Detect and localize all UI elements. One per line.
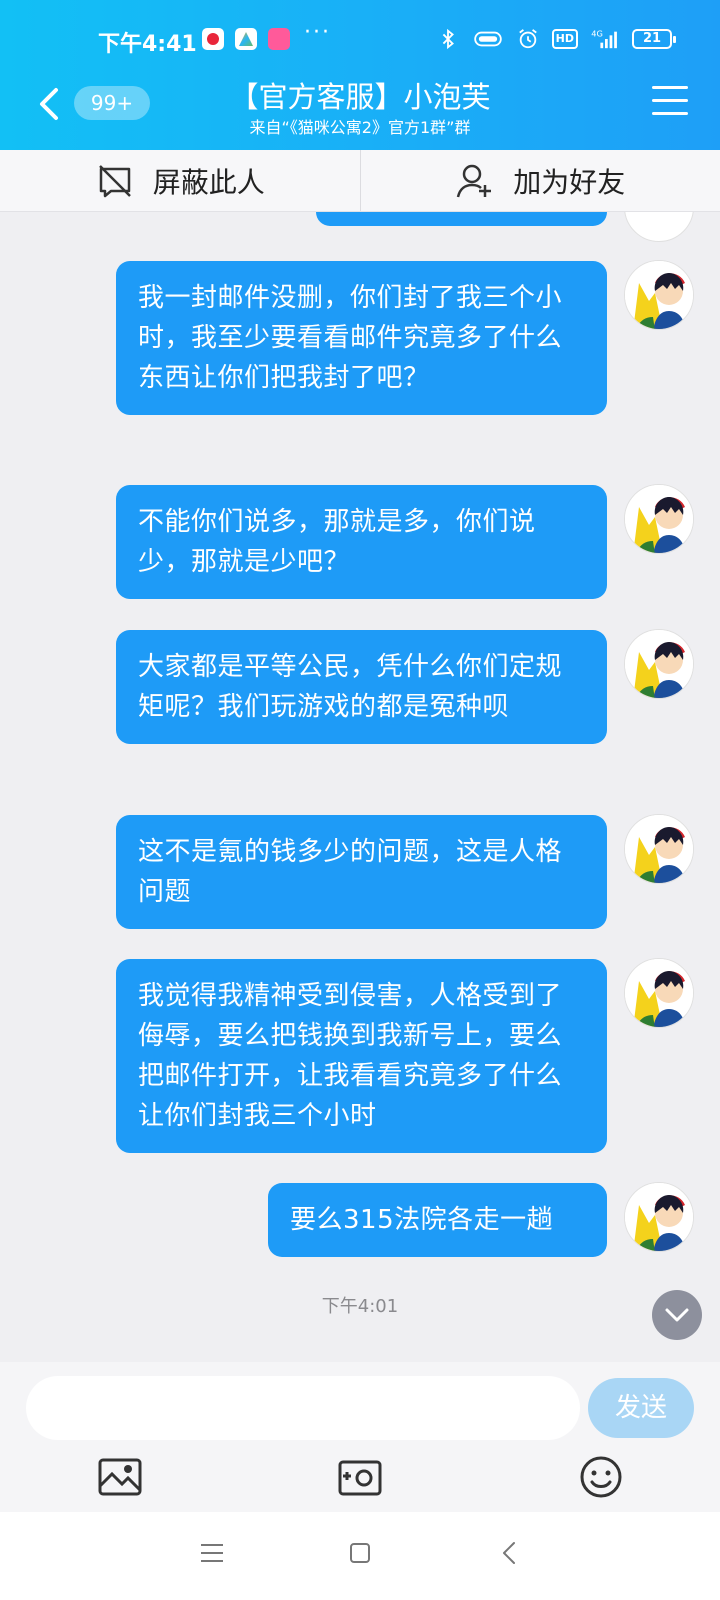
avatar-image [625,815,693,883]
menu-icon[interactable] [652,86,688,118]
message-bubble[interactable]: 我觉得我精神受到侵害，人格受到了侮辱，要么把钱换到我新号上，要么把邮件打开，让我… [116,959,607,1153]
message-bubble[interactable]: 要么315法院各走一趟 [268,1183,607,1257]
recents-menu-icon[interactable] [197,1538,227,1568]
avatar[interactable] [624,814,694,884]
chat-subtitle: 来自“《猫咪公寓2》官方1群”群 [249,118,471,137]
message-bubble-previous[interactable] [316,212,607,226]
avatar-image [625,630,693,698]
block-user-label: 屏蔽此人 [152,165,265,199]
avatar[interactable] [624,212,694,242]
emoji-icon[interactable] [578,1454,624,1500]
send-button[interactable]: 发送 [588,1378,694,1438]
more-notifications-icon: ··· [304,20,331,45]
block-icon [98,164,131,197]
status-icons: HD 4G 21 [436,28,676,50]
add-friend-button[interactable]: 加为好友 [359,150,720,211]
action-bar: 屏蔽此人 加为好友 [0,150,720,212]
add-friend-icon [457,164,492,197]
avatar-image [625,1183,693,1251]
scroll-to-bottom-button[interactable] [652,1290,702,1340]
message-bubble[interactable]: 我一封邮件没删，你们封了我三个小时，我至少要看看邮件究竟多了什么东西让你们把我封… [116,261,607,415]
camera-icon[interactable] [337,1454,383,1500]
hd-icon: HD [551,29,578,49]
avatar[interactable] [624,958,694,1028]
avatar[interactable] [624,484,694,554]
add-friend-label: 加为好友 [513,165,626,199]
message-timestamp: 下午4:01 [321,1296,399,1317]
input-bar: 发送 [0,1362,720,1512]
bluetooth-icon [442,28,454,50]
battery-icon: 21 [632,29,676,49]
vpn-icon [473,31,502,47]
chat-header: 下午4:41 ··· HD 4G 21 99+ 【官方客服】小泡芙 来自“《猫咪… [0,0,720,150]
chat-title: 【官方客服】小泡芙 [229,80,491,114]
message-input[interactable] [26,1376,580,1440]
avatar-image [625,959,693,1027]
browser-app-icon [235,28,257,50]
bilibili-app-icon [268,28,290,50]
block-user-button[interactable]: 屏蔽此人 [0,150,360,211]
message-list[interactable]: 我一封邮件没删，你们封了我三个小时，我至少要看看邮件究竟多了什么东西让你们把我封… [0,212,720,1362]
message-bubble[interactable]: 不能你们说多，那就是多，你们说少，那就是少吧？ [116,485,607,599]
home-icon[interactable] [345,1538,375,1568]
system-nav-bar [0,1512,720,1600]
alarm-icon [518,29,537,49]
avatar[interactable] [624,260,694,330]
chevron-down-icon [665,1308,689,1322]
signal-icon: 4G [591,28,617,49]
image-icon[interactable] [97,1454,143,1500]
avatar-image [625,485,693,553]
avatar[interactable] [624,629,694,699]
avatar-image [625,261,693,329]
video-app-icon [202,28,224,50]
message-bubble[interactable]: 这不是氪的钱多少的问题，这是人格问题 [116,815,607,929]
system-back-icon[interactable] [495,1538,525,1568]
network-type: 4G [591,28,603,38]
status-time: 下午4:41 [98,32,197,57]
message-bubble[interactable]: 大家都是平等公民，凭什么你们定规矩呢？我们玩游戏的都是冤种呗 [116,630,607,744]
status-bar: 下午4:41 ··· HD 4G 21 [0,20,720,58]
avatar[interactable] [624,1182,694,1252]
